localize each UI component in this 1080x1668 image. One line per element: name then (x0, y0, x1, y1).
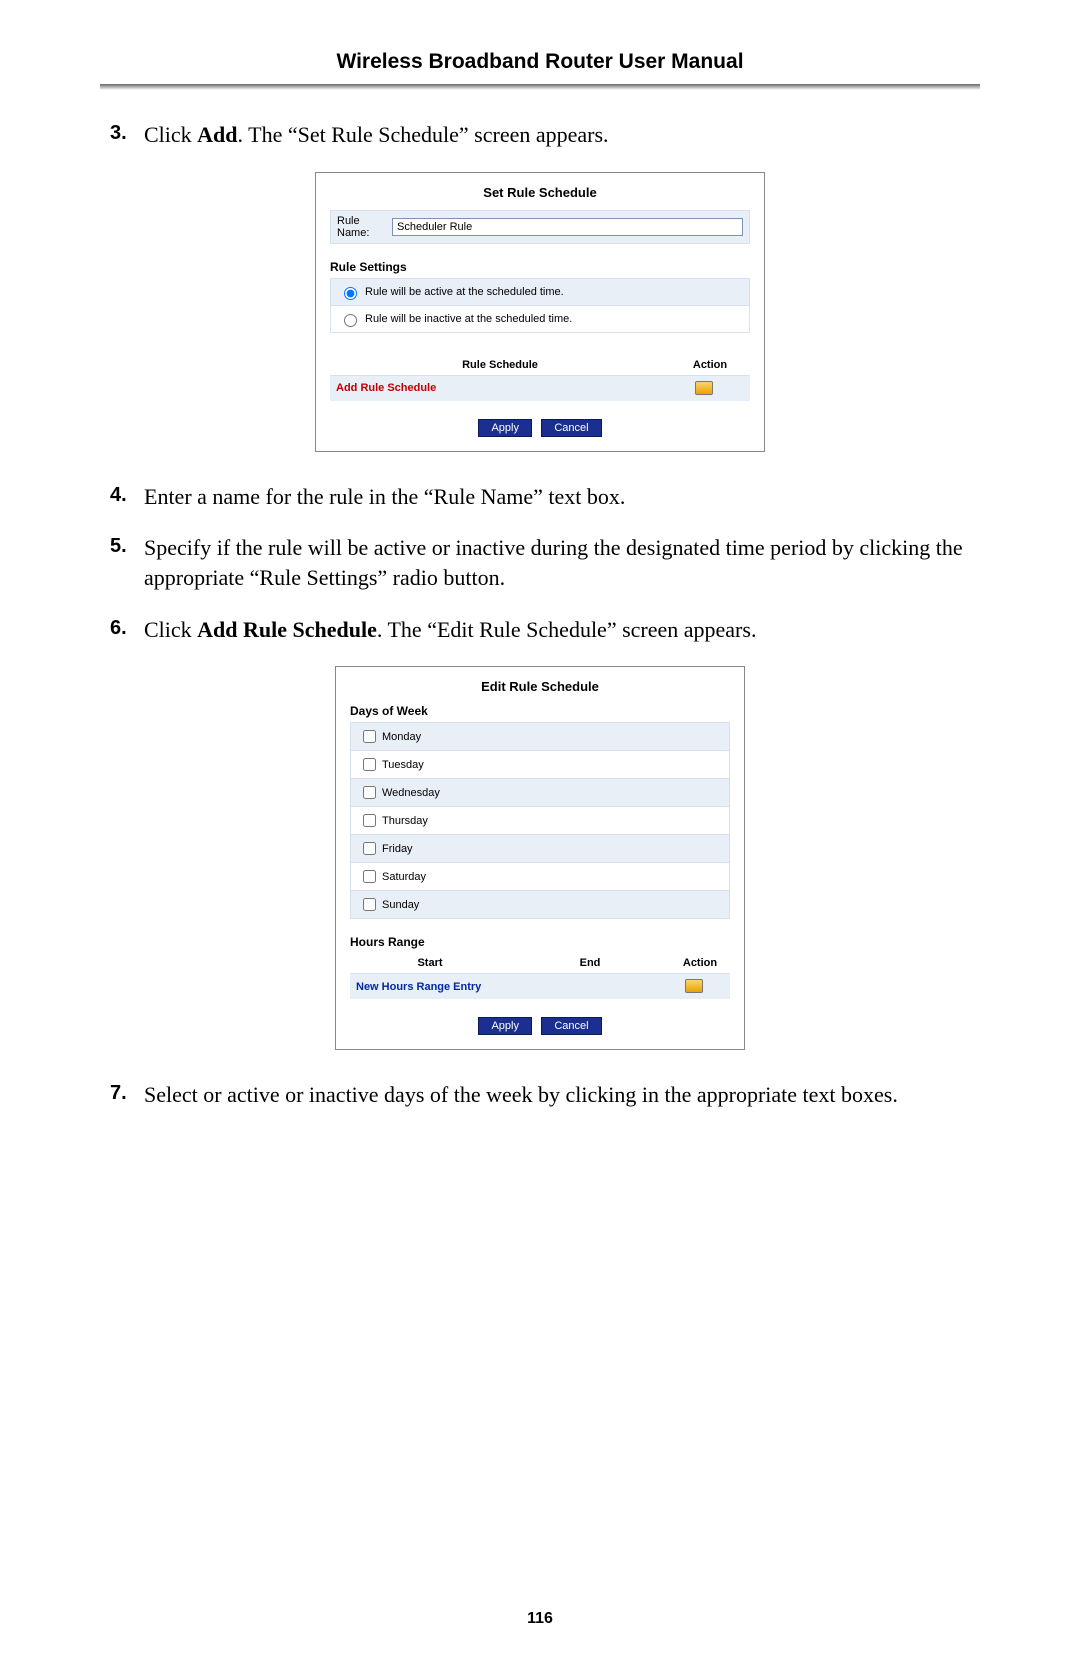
day-wednesday-checkbox[interactable] (363, 786, 376, 799)
new-hours-range-link[interactable]: New Hours Range Entry (356, 981, 510, 993)
step-text: Select or active or inactive days of the… (144, 1080, 970, 1110)
add-action-icon[interactable] (685, 979, 703, 993)
end-col: End (510, 957, 670, 969)
day-thursday-checkbox[interactable] (363, 814, 376, 827)
step-7: 7. Select or active or inactive days of … (110, 1080, 970, 1110)
step-text: Click (144, 617, 197, 642)
day-sunday-checkbox[interactable] (363, 898, 376, 911)
step-4: 4. Enter a name for the rule in the “Rul… (110, 482, 970, 512)
day-label: Tuesday (382, 759, 424, 771)
step-number: 7. (110, 1080, 144, 1110)
step-text: . The “Set Rule Schedule” screen appears… (238, 122, 609, 147)
header-divider (100, 84, 980, 90)
panel-title: Set Rule Schedule (330, 185, 750, 200)
day-label: Thursday (382, 815, 428, 827)
add-action-icon[interactable] (695, 381, 713, 395)
hours-range-heading: Hours Range (350, 935, 730, 949)
day-label: Friday (382, 843, 413, 855)
step-number: 4. (110, 482, 144, 512)
rule-schedule-col: Rule Schedule (330, 359, 670, 371)
day-label: Saturday (382, 871, 426, 883)
set-rule-schedule-panel: Set Rule Schedule Rule Name: Rule Settin… (315, 172, 765, 452)
step-6: 6. Click Add Rule Schedule. The “Edit Ru… (110, 615, 970, 645)
day-label: Wednesday (382, 787, 440, 799)
rule-name-input[interactable] (392, 218, 743, 236)
step-bold: Add Rule Schedule (197, 617, 377, 642)
step-text: . The “Edit Rule Schedule” screen appear… (377, 617, 757, 642)
days-of-week-heading: Days of Week (350, 704, 730, 718)
panel-title: Edit Rule Schedule (350, 679, 730, 694)
step-text: Click (144, 122, 197, 147)
step-text: Enter a name for the rule in the “Rule N… (144, 482, 970, 512)
rule-name-label: Rule Name: (337, 215, 392, 239)
step-bold: Add (197, 122, 237, 147)
rule-inactive-label: Rule will be inactive at the scheduled t… (365, 313, 572, 325)
action-col: Action (670, 957, 730, 969)
rule-inactive-radio[interactable] (344, 314, 357, 327)
day-friday-checkbox[interactable] (363, 842, 376, 855)
page-number: 116 (0, 1610, 1080, 1628)
apply-button[interactable]: Apply (478, 419, 532, 437)
action-col: Action (670, 359, 750, 371)
step-number: 6. (110, 615, 144, 645)
start-col: Start (350, 957, 510, 969)
day-label: Sunday (382, 899, 419, 911)
page-header: Wireless Broadband Router User Manual (100, 50, 980, 74)
rule-settings-heading: Rule Settings (330, 260, 750, 274)
rule-active-radio[interactable] (344, 287, 357, 300)
day-tuesday-checkbox[interactable] (363, 758, 376, 771)
step-number: 5. (110, 533, 144, 592)
cancel-button[interactable]: Cancel (541, 419, 601, 437)
apply-button[interactable]: Apply (478, 1017, 532, 1035)
day-monday-checkbox[interactable] (363, 730, 376, 743)
day-saturday-checkbox[interactable] (363, 870, 376, 883)
step-5: 5. Specify if the rule will be active or… (110, 533, 970, 592)
step-3: 3. Click Add. The “Set Rule Schedule” sc… (110, 120, 970, 150)
rule-active-label: Rule will be active at the scheduled tim… (365, 286, 564, 298)
day-label: Monday (382, 731, 421, 743)
add-rule-schedule-link[interactable]: Add Rule Schedule (336, 382, 664, 394)
cancel-button[interactable]: Cancel (541, 1017, 601, 1035)
step-text: Specify if the rule will be active or in… (144, 533, 970, 592)
step-number: 3. (110, 120, 144, 150)
edit-rule-schedule-panel: Edit Rule Schedule Days of Week Monday T… (335, 666, 745, 1050)
